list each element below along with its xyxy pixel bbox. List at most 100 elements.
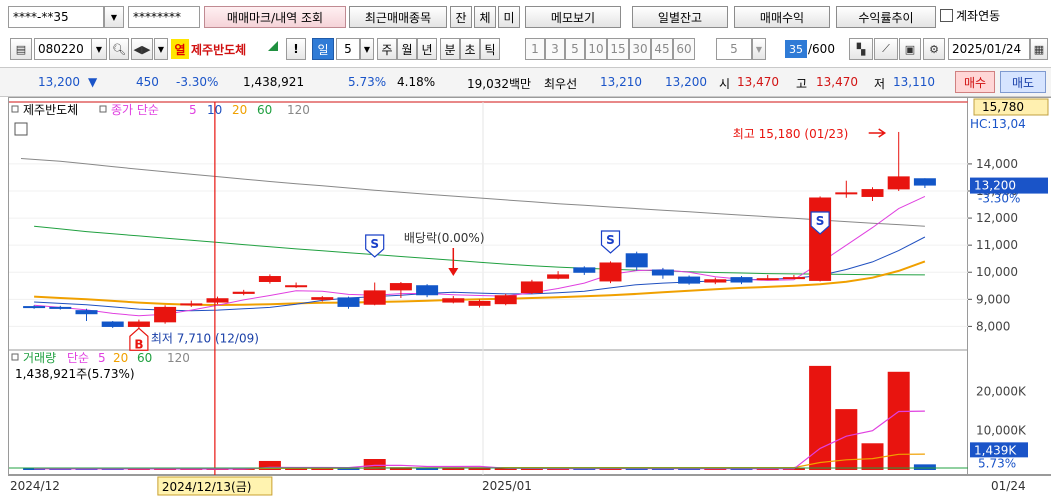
info-alert-button[interactable]: ! [286,38,306,60]
period-tick-tab[interactable]: 틱 [480,38,500,60]
volume-ma5-line [34,410,925,470]
candle-body [494,295,517,305]
ma5-line [34,195,926,317]
chart-svg[interactable]: S S S B 최저 7,710 (12/09) 배당락(0.00%) 최고 15,180 … [9,98,1040,476]
memo-view-button[interactable]: 메모보기 [525,6,621,28]
interval-60-button[interactable]: 60 [673,38,695,60]
account-number-text: ****-**35 [13,10,69,24]
candle-body [913,178,936,186]
recent-trade-items-button[interactable]: 최근매매종목 [349,6,447,28]
period-minute-tab[interactable]: 분 [440,38,460,60]
dividend-annotation: 배당락(0.00%) [404,231,485,245]
volume-legend-ma-label: 단순 [67,351,89,365]
password-field[interactable]: ******** [128,6,200,28]
data-count-field[interactable]: 35 [785,40,807,58]
interval-1-button[interactable]: 1 [525,38,545,60]
stock-code-field[interactable]: 080220 [34,38,92,60]
stock-code-dropdown[interactable]: ▼ [91,38,107,60]
chart-area[interactable]: S S S B 최저 7,710 (12/09) 배당락(0.00%) 최고 15,180 … [8,97,1040,476]
executed-button[interactable]: 체 [474,6,496,28]
period-count-dropdown[interactable]: ▼ [360,38,374,60]
price-tick-label: 14,000 [976,157,1018,171]
sell-marker-2-letter: S [606,233,615,247]
interval-select-field[interactable]: 5 [716,38,752,60]
price-legend-ma-10: 10 [207,103,222,117]
account-link-checkbox[interactable] [940,9,953,22]
profit-trend-button[interactable]: 수익률추이 [836,6,936,28]
period-week-tab[interactable]: 주 [377,38,397,60]
price-tick-label: 11,000 [976,238,1018,252]
low-price: 13,110 [893,75,935,89]
screen-settings-icon[interactable]: ▤ [10,38,32,60]
trade-profit-button[interactable]: 매매수익 [734,6,830,28]
price-legend-box [11,105,19,113]
buy-marker-letter: B [134,337,143,351]
volume-legend-ma-20: 20 [113,351,128,365]
trend-line-icon[interactable]: ⟋ [874,38,898,60]
data-count-total: /600 [808,42,835,56]
toolbar-account-row: ****-**35 ▼ ******** 매매마크/내역 조회 최근매매종목 잔… [0,3,1051,31]
candle-body [389,283,412,291]
candle-body [599,262,622,282]
period-count-field[interactable]: 5 [336,38,360,60]
period-day-tab[interactable]: 일 [312,38,334,60]
high-price: 13,470 [816,75,858,89]
candle-body [809,197,832,281]
password-text: ******** [133,10,181,24]
account-link-toggle[interactable]: 계좌연동 [940,7,1000,24]
best-quote-label: 최우선 [544,77,578,91]
chevron-down-icon: ▼ [95,44,103,54]
sell-marker-2: S [600,230,621,254]
volume-legend-ma-60: 60 [137,351,152,365]
candle-body [127,321,150,327]
ma20-line [34,260,926,307]
save-icon[interactable]: ▣ [899,38,921,60]
chart-tools-icon[interactable]: ▚ [849,38,873,60]
stock-navigate-icon[interactable]: ◀▶ [131,38,153,60]
interval-10-button[interactable]: 10 [585,38,607,60]
account-dropdown-button[interactable]: ▼ [104,6,124,28]
sell-button[interactable]: 매도 [1000,71,1046,93]
price-legend-ma-120: 120 [287,103,310,117]
calendar-icon[interactable]: ▦ [1030,38,1048,60]
volume-bar [913,464,936,470]
price-tick-label: 10,000 [976,265,1018,279]
date-tick-label: 01/24 [991,479,1026,493]
trade-amount: 19,032백만 [467,77,532,91]
candle-body [887,176,910,190]
interval-select-dropdown[interactable]: ▼ [752,38,766,60]
interval-3-button[interactable]: 3 [545,38,565,60]
period-month-tab[interactable]: 월 [397,38,417,60]
date-field[interactable]: 2025/01/24 [948,38,1030,60]
high-annotation: 최고 15,180 (01/23) [733,127,849,141]
daily-balance-button[interactable]: 일별잔고 [632,6,728,28]
interval-15-button[interactable]: 15 [607,38,629,60]
volume-legend-ma-5: 5 [98,351,106,365]
candle-body [180,303,203,306]
candle-body [651,269,674,276]
period-second-tab[interactable]: 초 [460,38,480,60]
price-change-pct: -3.30% [176,75,219,89]
gear-icon[interactable]: ⚙ [923,38,945,60]
stock-nav-dropdown[interactable]: ▼ [154,38,168,60]
period-year-tab[interactable]: 년 [417,38,437,60]
interval-30-button[interactable]: 30 [629,38,651,60]
buy-button[interactable]: 매수 [955,71,995,93]
trade-mark-history-button[interactable]: 매매마크/내역 조회 [204,6,346,28]
interval-45-button[interactable]: 45 [651,38,673,60]
price-legend-ma-60: 60 [257,103,272,117]
account-number-field[interactable]: ****-**35 [8,6,104,28]
price-change: 450 [136,75,159,89]
interval-5-button[interactable]: 5 [565,38,585,60]
balance-button[interactable]: 잔 [450,6,472,28]
stock-code-text: 080220 [38,42,84,56]
price-tick-label: 8,000 [976,319,1010,333]
unexecuted-button[interactable]: 미 [498,6,520,28]
high-annotation-arrow [868,128,887,138]
search-icon[interactable]: 🔍︎ [109,38,129,60]
price-legend-ma-label: 종가 단순 [111,103,159,117]
stock-name[interactable]: 제주반도체 [191,39,246,59]
candle-body [756,278,779,281]
toolbar-stock-row: ▤ 080220 ▼ 🔍︎ ◀▶ ▼ 열 제주반도체 ! 일 5 ▼ 주 월 년… [0,35,1051,63]
price-legend-ma-5: 5 [189,103,197,117]
